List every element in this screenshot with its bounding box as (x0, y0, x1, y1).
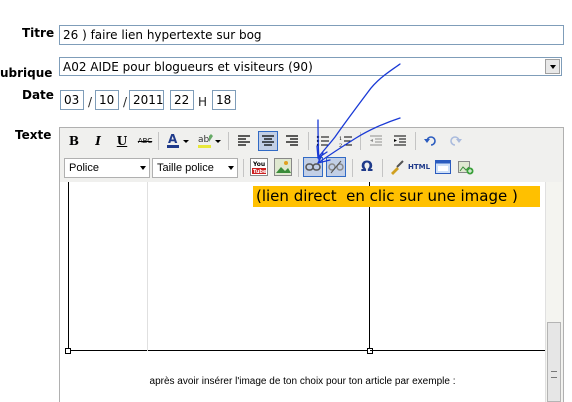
toolbar-row-2: Police Taille police You Tube Ω HTML (60, 157, 560, 179)
bold-icon[interactable]: B (64, 131, 84, 151)
image-icon[interactable] (273, 157, 293, 177)
scrollbar-thumb[interactable] (547, 322, 561, 402)
editor-scrollbar[interactable] (545, 182, 562, 402)
insert-media-icon[interactable] (456, 157, 476, 177)
toolbar-row-1: B I U ABC A ab 12 (60, 131, 560, 153)
bullet-list-icon[interactable] (313, 131, 333, 151)
numbered-list-icon[interactable]: 12 (336, 131, 356, 151)
italic-icon[interactable]: I (88, 131, 108, 151)
preview-icon[interactable] (433, 157, 453, 177)
indent-icon[interactable] (390, 131, 410, 151)
date-hour-separator: H (198, 95, 208, 109)
date-separator: / (88, 95, 93, 109)
svg-text:A: A (168, 132, 178, 146)
toolbar-separator (352, 159, 353, 177)
youtube-icon[interactable]: You Tube (249, 157, 269, 177)
chevron-down-icon (137, 159, 149, 177)
rubrique-select-value: A02 AIDE pour blogueurs et visiteurs (90… (63, 60, 313, 74)
date-year-input[interactable]: 2011 (129, 90, 164, 110)
unlink-icon[interactable] (326, 157, 346, 177)
svg-text:ab: ab (198, 135, 210, 145)
date-separator: / (123, 95, 128, 109)
font-size-select-value: Taille police (157, 162, 214, 174)
date-minute-input[interactable]: 18 (212, 90, 236, 110)
date-month-input[interactable]: 10 (95, 90, 119, 110)
date-label: Date (22, 88, 54, 102)
toolbar-separator (415, 132, 416, 150)
special-char-icon[interactable]: Ω (357, 157, 377, 177)
svg-text:You: You (252, 161, 265, 168)
rubrique-label: ubrique (0, 66, 53, 80)
titre-label: Titre (22, 26, 55, 40)
titre-input[interactable]: 26 ) faire lien hypertexte sur bog (59, 25, 564, 45)
toolbar-separator (382, 159, 383, 177)
highlighted-text: (lien direct en clic sur une image ) (253, 186, 540, 207)
resize-handle[interactable] (65, 348, 71, 354)
toolbar-separator (228, 132, 229, 150)
svg-text:Tube: Tube (253, 169, 267, 175)
date-day-input[interactable]: 03 (60, 90, 84, 110)
font-family-select-value: Police (69, 162, 99, 174)
align-right-icon[interactable] (282, 131, 302, 151)
toolbar-separator (298, 159, 299, 177)
toolbar-separator (360, 132, 361, 150)
svg-text:1: 1 (339, 136, 342, 142)
link-icon[interactable] (303, 157, 323, 177)
html-icon[interactable]: HTML (407, 157, 431, 177)
body-text: après avoir insérer l'image de ton choix… (149, 376, 456, 387)
align-center-icon[interactable] (258, 131, 278, 151)
strikethrough-icon[interactable]: ABC (135, 131, 155, 151)
toolbar-separator (158, 132, 159, 150)
editor-content[interactable]: (lien direct en clic sur une image ) apr… (60, 182, 545, 402)
highlight-color-icon[interactable]: ab (195, 131, 223, 151)
toolbar-separator (243, 159, 244, 177)
chevron-down-icon (225, 159, 237, 177)
svg-text:2: 2 (339, 143, 342, 147)
date-hour-input[interactable]: 22 (170, 90, 194, 110)
outdent-icon[interactable] (366, 131, 386, 151)
resize-handle[interactable] (367, 348, 373, 354)
font-family-select[interactable]: Police (64, 158, 150, 178)
undo-icon[interactable] (421, 131, 441, 151)
image-selection-box[interactable] (68, 182, 370, 351)
image-bottom-border (370, 350, 545, 351)
underline-icon[interactable]: U (112, 131, 132, 151)
font-size-select[interactable]: Taille police (152, 158, 238, 178)
rubrique-select[interactable]: A02 AIDE pour blogueurs et visiteurs (90… (59, 57, 562, 76)
align-left-icon[interactable] (234, 131, 254, 151)
texte-label: Texte (15, 128, 52, 142)
chevron-down-icon[interactable] (545, 59, 560, 74)
redo-icon[interactable] (445, 131, 465, 151)
text-color-icon[interactable]: A (164, 131, 192, 151)
image-divider (147, 182, 148, 351)
toolbar-separator (308, 132, 309, 150)
cleanup-icon[interactable] (387, 157, 407, 177)
